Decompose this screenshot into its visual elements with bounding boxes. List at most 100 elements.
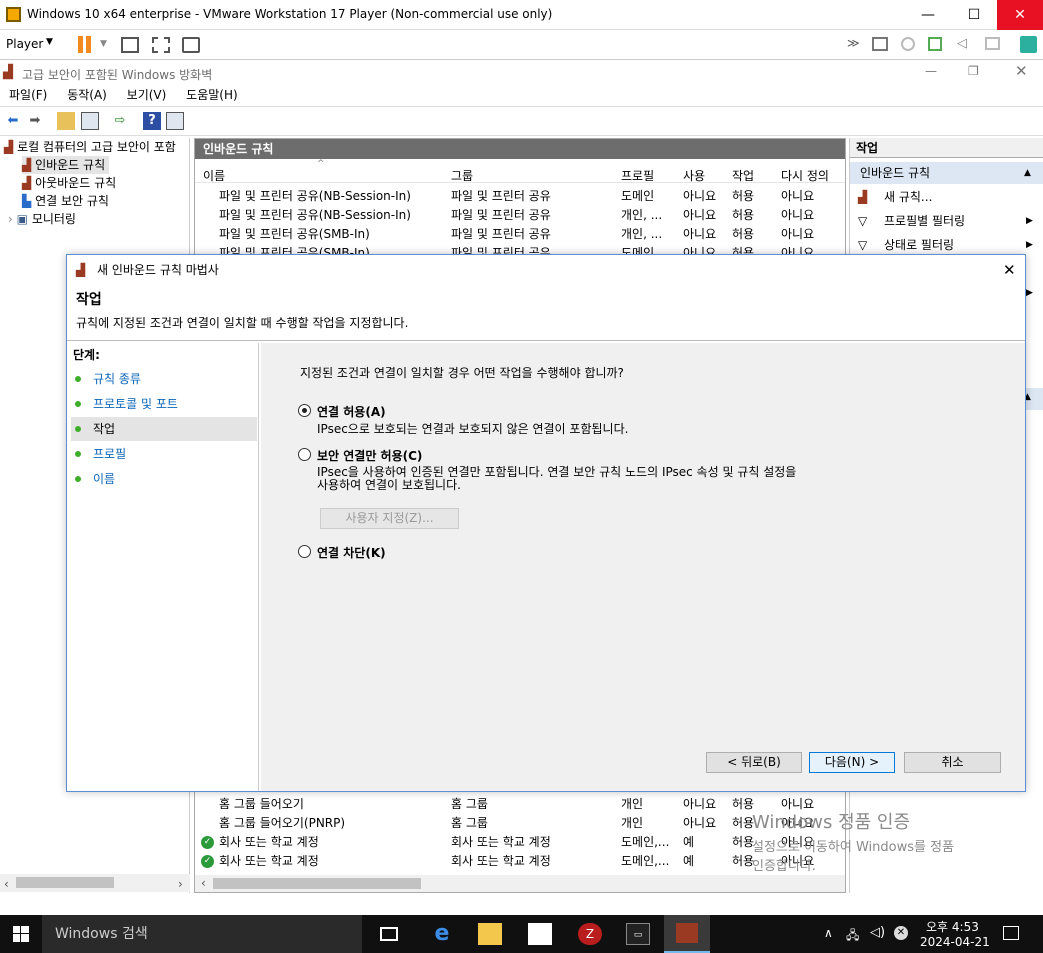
- radio-block-connection[interactable]: [298, 545, 311, 558]
- column-enabled[interactable]: 사용: [683, 167, 705, 184]
- scroll-right-icon[interactable]: ›: [178, 875, 183, 893]
- column-name[interactable]: 이름: [203, 167, 225, 184]
- notification-x-icon[interactable]: ✕: [894, 926, 908, 940]
- action-new-rule[interactable]: ▟ 새 규칙...: [850, 185, 1043, 209]
- mmc-restore-button[interactable]: ❐: [968, 64, 979, 78]
- table-row[interactable]: 파일 및 프린터 공유(SMB-In) 파일 및 프린터 공유 개인, ... 아니요…: [195, 225, 845, 244]
- tree-root[interactable]: ▟ 로컬 컴퓨터의 고급 보안이 포함: [4, 138, 176, 156]
- scroll-left-icon[interactable]: ‹: [4, 875, 9, 893]
- mmc-minimize-button[interactable]: —: [925, 64, 937, 78]
- dialog-close-icon[interactable]: ✕: [1003, 255, 1016, 285]
- menu-action[interactable]: 동작(A): [67, 88, 107, 102]
- table-row[interactable]: 파일 및 프린터 공유(NB-Session-In) 파일 및 프린터 공유 개인,…: [195, 206, 845, 225]
- network-icon[interactable]: 🖧: [846, 926, 859, 947]
- table-row[interactable]: 홈 그룹 들어오기(PNRP) 홈 그룹 개인 아니요 허용 아니요: [195, 814, 845, 833]
- scroll-left-icon[interactable]: ‹: [201, 876, 206, 890]
- export-list-icon[interactable]: ⇨: [111, 112, 129, 130]
- chevron-down-icon[interactable]: ▼: [100, 39, 107, 49]
- player-menu[interactable]: Player: [6, 37, 43, 51]
- printer-icon[interactable]: [985, 37, 1000, 50]
- clock-date[interactable]: 2024-04-21: [920, 935, 990, 949]
- table-row[interactable]: ✓ 회사 또는 학교 계정 회사 또는 학교 계정 도메인,... 예 허용 아니요: [195, 852, 845, 871]
- edge-icon[interactable]: e: [430, 923, 454, 945]
- next-button[interactable]: 다음(N) >: [809, 752, 895, 773]
- store-icon[interactable]: [528, 923, 552, 945]
- menu-help[interactable]: 도움말(H): [186, 88, 238, 102]
- tree-item-outbound-rules[interactable]: ▟ 아웃바운드 규칙: [22, 174, 116, 192]
- collapse-icon[interactable]: ▲: [1024, 162, 1031, 184]
- terminal-icon[interactable]: ▭: [626, 923, 650, 945]
- table-row[interactable]: 홈 그룹 들어오기 홈 그룹 개인 아니요 허용 아니요: [195, 795, 845, 814]
- customize-button[interactable]: 사용자 지정(Z)...: [320, 508, 459, 529]
- scroll-thumb[interactable]: [213, 878, 421, 889]
- pause-icon[interactable]: [78, 36, 83, 53]
- show-hide-tree-icon[interactable]: [81, 112, 99, 130]
- forward-arrow-icon[interactable]: ➡: [26, 112, 44, 130]
- maximize-button[interactable]: ☐: [951, 0, 997, 30]
- help-icon[interactable]: ?: [143, 112, 161, 130]
- start-windows-icon[interactable]: [13, 926, 29, 942]
- option-allow-label[interactable]: 연결 허용(A): [317, 403, 386, 420]
- up-folder-icon[interactable]: [57, 112, 75, 130]
- step-profile[interactable]: 프로필: [71, 442, 257, 466]
- filezilla-icon[interactable]: Z: [578, 923, 602, 945]
- back-button[interactable]: < 뒤로(B): [706, 752, 802, 773]
- option-block-label[interactable]: 연결 차단(K): [317, 544, 386, 561]
- close-button[interactable]: ✕: [997, 0, 1043, 30]
- table-cell: 홈 그룹 들어오기(PNRP): [219, 816, 346, 830]
- table-row[interactable]: ✓ 회사 또는 학교 계정 회사 또는 학교 계정 도메인,... 예 허용 아니요: [195, 833, 845, 852]
- cancel-button[interactable]: 취소: [904, 752, 1001, 773]
- chevron-right-icon[interactable]: ›: [8, 212, 13, 226]
- more-icon[interactable]: ≫: [847, 36, 860, 50]
- firewall-taskbar-button[interactable]: [664, 915, 710, 953]
- harddisk-icon[interactable]: [872, 37, 888, 51]
- network-icon[interactable]: [928, 37, 942, 51]
- step-label: 프로필: [93, 447, 127, 461]
- clock-time[interactable]: 오후 4:53: [926, 918, 979, 935]
- action-center-icon[interactable]: [1003, 926, 1019, 940]
- fullscreen-icon[interactable]: [152, 37, 170, 53]
- task-view-icon[interactable]: [380, 927, 398, 941]
- radio-allow-secure[interactable]: [298, 448, 311, 461]
- volume-icon[interactable]: ◁): [870, 925, 885, 940]
- minimize-button[interactable]: —: [905, 0, 951, 30]
- tree-item-inbound-rules[interactable]: ▟ 인바운드 규칙: [22, 156, 110, 174]
- option-secure-label[interactable]: 보안 연결만 허용(C): [317, 447, 422, 464]
- column-profile[interactable]: 프로필: [621, 167, 654, 184]
- table-cell: 아니요: [683, 797, 717, 811]
- scroll-thumb[interactable]: [16, 877, 114, 888]
- list-horizontal-scrollbar[interactable]: ‹: [195, 875, 845, 892]
- radio-allow-connection[interactable]: [298, 404, 311, 417]
- column-override[interactable]: 다시 정의: [781, 167, 841, 184]
- tree-item-connection-security[interactable]: ▙ 연결 보안 규칙: [22, 192, 109, 210]
- file-explorer-icon[interactable]: [478, 923, 502, 945]
- step-rule-type[interactable]: 규칙 종류: [71, 367, 257, 391]
- column-action[interactable]: 작업: [732, 167, 754, 184]
- action-filter-by-profile[interactable]: ▽ 프로필별 필터링 ▶: [850, 209, 1043, 233]
- mmc-window-title: 고급 보안이 포함된 Windows 방화벽: [22, 68, 213, 82]
- wizard-steps: 단계: 규칙 종류 프로토콜 및 포트 작업 프로필 이름: [67, 343, 259, 791]
- tree-item-monitoring[interactable]: › ▣ 모니터링: [8, 210, 76, 228]
- menu-file[interactable]: 파일(F): [9, 88, 47, 102]
- back-arrow-icon[interactable]: ⬅: [4, 112, 22, 130]
- table-row[interactable]: 파일 및 프린터 공유(NB-Session-In) 파일 및 프린터 공유 도메인…: [195, 187, 845, 206]
- unity-icon[interactable]: [182, 37, 200, 53]
- step-name[interactable]: 이름: [71, 467, 257, 491]
- send-ctrl-alt-del-icon[interactable]: [121, 37, 139, 53]
- sound-icon[interactable]: ◁: [957, 36, 967, 51]
- tree-horizontal-scrollbar[interactable]: ‹ ›: [0, 874, 190, 892]
- mmc-close-button[interactable]: ✕: [1015, 62, 1028, 80]
- actions-section-inbound[interactable]: 인바운드 규칙 ▲: [850, 162, 1043, 184]
- show-action-pane-icon[interactable]: [166, 112, 184, 130]
- chevron-down-icon[interactable]: ▼: [46, 37, 53, 47]
- chevron-up-icon[interactable]: ∧: [824, 926, 833, 940]
- table-cell: 홈 그룹: [451, 816, 488, 830]
- step-action[interactable]: 작업: [71, 417, 257, 441]
- message-icon[interactable]: [1020, 36, 1037, 53]
- table-cell: 아니요: [781, 189, 815, 203]
- step-protocol-port[interactable]: 프로토콜 및 포트: [71, 392, 257, 416]
- menu-view[interactable]: 보기(V): [127, 88, 167, 102]
- cd-icon[interactable]: [901, 37, 915, 51]
- column-group[interactable]: 그룹: [451, 167, 473, 184]
- taskbar-search-box[interactable]: Windows 검색: [42, 915, 362, 953]
